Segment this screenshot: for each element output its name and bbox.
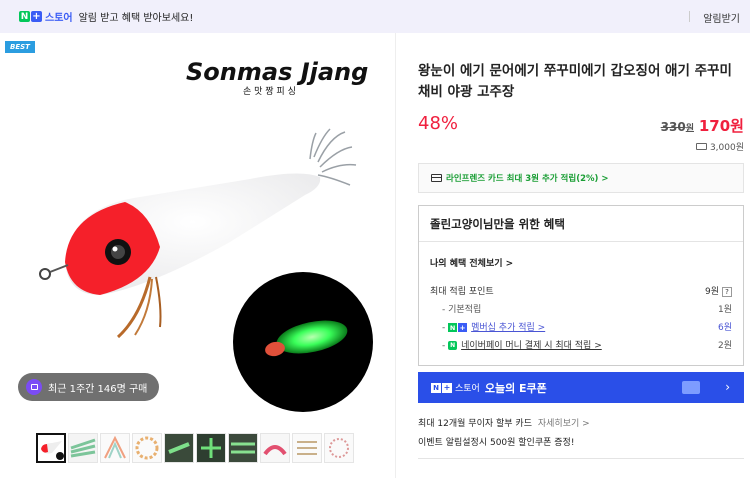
thumbnail-strip [36,433,354,463]
npay-points-row: - N 네이버페이 머니 결제 시 최대 적립 > 2원 [442,338,732,351]
truck-icon [695,143,707,150]
naver-plus-badge-icon: N + [448,323,468,332]
product-title: 왕눈이 에기 문어에기 쭈꾸미에기 갑오징어 애기 주꾸미 채비 야광 고주장 [418,63,732,100]
brand-logo-text: Sonmas Jjang [186,58,368,86]
credit-card-icon [431,174,442,182]
naver-pay-icon: N [448,341,458,350]
basic-points-row: - 기본적립 1원 [442,302,732,315]
original-price: 330원 [660,120,694,134]
sale-price: 170원 [698,117,744,135]
thumbnail-5[interactable] [164,433,194,463]
notification-text: 알림 받고 혜택 받아보세요! [78,13,194,24]
coupon-store-label: 스토어 [455,384,480,394]
purchase-count-chip: 최근 1주간 146명 구매 [18,373,160,401]
plus-badge: + [31,11,42,22]
max-points-value: 9원 [704,287,719,297]
card-promo-text: 라인프렌즈 카드 최대 3원 추가 적립(2%) > [446,174,609,184]
membership-points-link[interactable]: 멤버십 추가 적립 > [471,323,545,333]
thumbnail-3[interactable] [100,433,130,463]
installment-text: 최대 12개월 무이자 할부 카드 [418,419,532,429]
product-photo: Sonmas Jjang 손 맛 짱 피 싱 [39,58,373,412]
basic-points-value: 1원 [717,305,732,315]
thumbnail-1[interactable] [36,433,66,463]
chevron-right-icon: › [725,380,730,394]
n-badge: N [19,11,30,22]
store-label: 스토어 [45,13,73,24]
alarm-button[interactable]: 알림받기 [703,10,740,25]
benefit-box: 졸린고양이님만을 위한 혜택 나의 혜택 전체보기 > 최대 적립 포인트 9원… [418,205,744,366]
shipping-fee: 3,000원 [695,140,744,153]
thumbnail-10[interactable] [324,433,354,463]
discount-rate: 48% [418,113,459,134]
coupon-ticket-icon [682,381,700,394]
membership-points-value: 6원 [717,323,732,333]
notification-bar: N + 스토어 알림 받고 혜택 받아보세요! [0,0,750,33]
view-all-benefits-link[interactable]: 나의 혜택 전체보기 > [430,256,513,269]
coupon-plus-badge: + [442,382,452,393]
thumbnail-7[interactable] [228,433,258,463]
naver-plus-store-logo: N + [19,11,42,22]
membership-points-row: - N + 멤버십 추가 적립 > 6원 [442,320,732,333]
thumbnail-6[interactable] [196,433,226,463]
event-info: 이벤트 알림설정시 500원 할인쿠폰 증정! [418,438,575,448]
max-points-row: 최대 적립 포인트 9원? [430,284,732,297]
product-image[interactable]: Sonmas Jjang 손 맛 짱 피 싱 BEST 최근 1주간 146명 … [0,37,388,423]
card-promo-banner[interactable]: 라인프렌즈 카드 최대 3원 추가 적립(2%) > [418,163,744,193]
purchase-count-text: 최근 1주간 146명 구매 [48,383,148,395]
max-points-label: 최대 적립 포인트 [430,287,494,297]
coupon-n-badge: N [431,382,441,393]
thumbnail-9[interactable] [292,433,322,463]
installment-detail-link[interactable]: 자세히보기 > [538,419,590,429]
brand-logo: Sonmas Jjang 손 맛 짱 피 싱 [186,58,368,97]
thumbnail-8[interactable] [260,433,290,463]
benefit-title: 졸린고양이님만을 위한 혜택 [419,206,743,242]
brand-sub-text: 손 맛 짱 피 싱 [243,86,296,97]
npay-points-value: 2원 [717,341,732,351]
installment-info: 최대 12개월 무이자 할부 카드 자세히보기 > [418,416,590,429]
npay-points-link[interactable]: 네이버페이 머니 결제 시 최대 적립 > [461,341,602,351]
e-coupon-banner[interactable]: N + 스토어 오늘의 E쿠폰 › [418,372,744,403]
section-divider [418,458,744,459]
column-divider [395,33,396,478]
topbar-divider [689,11,690,22]
best-badge: BEST [5,41,35,53]
thumbnail-2[interactable] [68,433,98,463]
shopping-bag-icon [26,379,42,395]
coupon-title: 오늘의 E쿠폰 [484,381,547,395]
basic-points-label: - 기본적립 [442,305,482,315]
thumbnail-4[interactable] [132,433,162,463]
help-icon[interactable]: ? [722,287,732,297]
